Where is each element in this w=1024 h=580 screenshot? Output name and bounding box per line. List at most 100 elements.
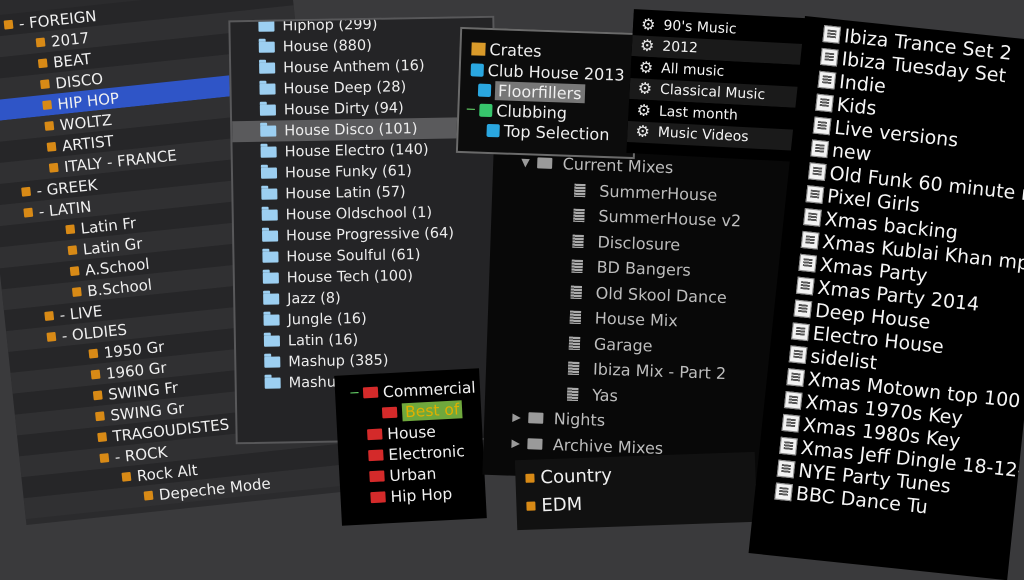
folder-icon bbox=[537, 157, 553, 170]
folder-icon bbox=[263, 335, 281, 347]
folder-icon bbox=[259, 83, 276, 95]
blue-crate-icon bbox=[486, 123, 500, 137]
crate-icon bbox=[95, 411, 105, 422]
genre-crates-panel: Country EDM bbox=[514, 451, 758, 531]
genre-folder-label: House Dirty (94) bbox=[283, 99, 404, 118]
playlist-icon bbox=[776, 459, 796, 479]
list-icon bbox=[567, 361, 580, 376]
playlist-icon bbox=[783, 391, 803, 410]
red-folder-label: Urban bbox=[388, 464, 437, 485]
chevron-down-icon[interactable]: ▼ bbox=[521, 156, 530, 169]
folder-icon bbox=[527, 437, 544, 450]
crate-icon bbox=[121, 471, 132, 482]
genre-folder-label: House Electro (140) bbox=[284, 141, 429, 160]
folder-icon bbox=[260, 125, 277, 137]
crate-icon bbox=[97, 432, 108, 443]
crate-item-label: Top Selection bbox=[503, 120, 610, 144]
mix-label: Yas bbox=[591, 385, 619, 406]
folder-icon bbox=[263, 314, 280, 326]
playlist-icon bbox=[807, 162, 827, 181]
mix-label: SummerHouse v2 bbox=[598, 206, 742, 231]
crate-icon bbox=[23, 207, 34, 218]
crate-icon bbox=[69, 266, 80, 277]
crate-icon bbox=[46, 331, 57, 342]
folder-icon bbox=[261, 230, 279, 242]
red-folder-icon bbox=[381, 406, 398, 419]
crates-root-label: Crates bbox=[489, 39, 542, 61]
list-icon bbox=[566, 387, 579, 401]
playlist-label: Kids bbox=[835, 93, 878, 120]
playlist-icon bbox=[779, 436, 798, 456]
chevron-right-icon[interactable]: ▶ bbox=[512, 411, 521, 424]
mix-label: Archive Mixes bbox=[552, 434, 664, 458]
crate-icon bbox=[46, 141, 57, 152]
genre-folder-label: Latin (16) bbox=[287, 331, 359, 349]
crate-icon bbox=[3, 19, 14, 30]
red-folder-icon bbox=[369, 470, 385, 483]
genre-crate-label: EDM bbox=[541, 493, 583, 516]
mixes-panel: ▼ Current Mixes SummerHouse SummerHouse v2 D… bbox=[482, 144, 794, 486]
playlist-icon bbox=[803, 208, 822, 227]
crate-icon bbox=[526, 501, 536, 511]
crate-icon bbox=[44, 121, 55, 131]
crate-icon bbox=[88, 348, 99, 359]
red-folder-label: Electronic bbox=[387, 441, 466, 464]
red-folder-label: Best of bbox=[401, 399, 463, 421]
playlist-label: new bbox=[830, 139, 873, 166]
genre-folder-label: House Disco (101) bbox=[284, 120, 418, 139]
gear-icon: ⚙ bbox=[636, 100, 652, 120]
genre-folder-label: Jungle (16) bbox=[287, 310, 367, 328]
genre-folder-label: House Oldschool (1) bbox=[285, 204, 433, 223]
list-icon bbox=[572, 234, 584, 248]
red-folder-icon bbox=[367, 428, 383, 441]
folder-icon bbox=[262, 251, 279, 263]
list-icon bbox=[573, 208, 585, 223]
folder-icon bbox=[259, 62, 276, 74]
red-folder-icon bbox=[368, 449, 384, 462]
mix-label: Garage bbox=[593, 334, 653, 356]
crate-icon bbox=[525, 473, 535, 483]
red-folders-panel: − Commercial Best of House Electronic Urban Hi… bbox=[334, 368, 487, 526]
playlist-icon bbox=[793, 299, 813, 319]
playlist-icon bbox=[810, 139, 830, 159]
collapse-icon[interactable]: − bbox=[349, 386, 361, 402]
genre-folder-label: Jazz (8) bbox=[287, 289, 341, 307]
crate-icon bbox=[143, 490, 154, 501]
folder-icon bbox=[264, 356, 281, 368]
smart-list-label: Last month bbox=[658, 103, 739, 124]
mix-label: House Mix bbox=[594, 308, 679, 331]
smart-list-label: 2012 bbox=[661, 38, 699, 57]
smart-list-label: Classical Music bbox=[659, 81, 766, 104]
crate-icon bbox=[67, 245, 78, 256]
collapse-icon[interactable]: − bbox=[465, 102, 476, 117]
folder-icon bbox=[260, 167, 278, 179]
red-folder-icon bbox=[362, 386, 379, 399]
crate-icon bbox=[35, 37, 46, 48]
list-icon bbox=[570, 285, 582, 299]
tree-item-label: BEAT bbox=[52, 49, 92, 72]
smart-list-label: All music bbox=[660, 60, 725, 80]
genre-folder-label: Mashup (385) bbox=[288, 352, 389, 370]
crates-panel: Crates Club House 2013 Floorfillers − Clubb… bbox=[455, 26, 640, 160]
genre-folder-label: House Soulful (61) bbox=[286, 246, 421, 265]
mix-label: Nights bbox=[553, 409, 606, 431]
genre-folder-label: House (880) bbox=[282, 37, 372, 55]
crate-item-label: Clubbing bbox=[495, 100, 568, 123]
playlist-icon bbox=[819, 47, 839, 67]
folder-icon bbox=[528, 412, 544, 425]
crate-icon bbox=[44, 311, 55, 321]
genre-crate-label: Country bbox=[540, 464, 613, 488]
playlist-icon bbox=[822, 25, 842, 44]
playlist-icon bbox=[798, 253, 818, 273]
folder-icon bbox=[261, 209, 278, 221]
gear-icon: ⚙ bbox=[640, 14, 656, 35]
crate-icon bbox=[21, 186, 32, 197]
genre-folder-label: House Latin (57) bbox=[285, 183, 406, 202]
red-folder-label: Hip Hop bbox=[390, 484, 453, 506]
list-icon bbox=[569, 310, 582, 325]
folder-icon bbox=[263, 293, 280, 305]
red-folder-icon bbox=[370, 491, 386, 504]
chevron-right-icon[interactable]: ▶ bbox=[511, 436, 520, 449]
red-folder-label: House bbox=[386, 422, 437, 443]
gear-icon: ⚙ bbox=[639, 35, 655, 56]
